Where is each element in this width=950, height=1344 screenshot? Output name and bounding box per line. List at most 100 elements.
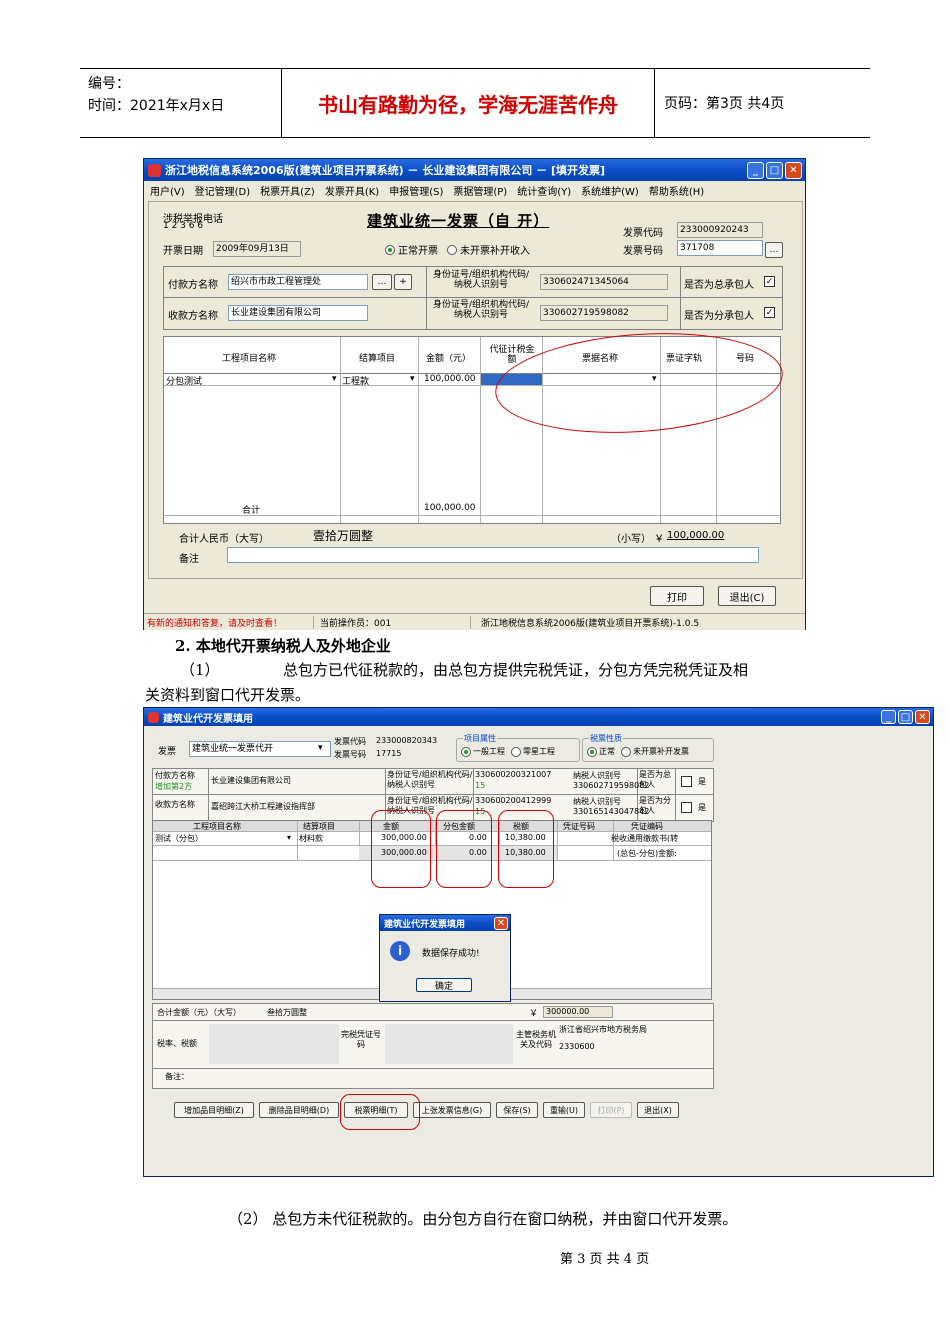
minimize-icon[interactable]: _ (881, 710, 896, 724)
w2-invoice-code: 233000820343 (376, 736, 438, 745)
payee-name-field[interactable]: 长业建设集团有限公司 (228, 305, 368, 321)
dialog-ok-button[interactable]: 确定 (416, 978, 472, 992)
window-titlebar: 浙江地税信息系统2006版(建筑业项目开票系统) － 长业建设集团有限公司 － … (144, 159, 805, 181)
reset-button[interactable]: 重输(U) (543, 1102, 585, 1118)
w2-payer-id2: 15 (475, 781, 486, 790)
invoice-type-select[interactable]: 建筑业统一发票代开 (189, 741, 331, 757)
delete-item-button[interactable]: 删除品目明细(D) (259, 1102, 339, 1118)
radio-general-project[interactable] (461, 746, 471, 757)
menu-ticket-mgmt[interactable]: 票据管理(P) (453, 183, 507, 198)
issue-date-field[interactable]: 2009年09月13日 (213, 241, 301, 257)
maximize-icon[interactable]: □ (766, 161, 783, 179)
menu-tax-ticket[interactable]: 税票开具(Z) (260, 183, 315, 198)
close-icon[interactable]: ✕ (785, 161, 802, 179)
project-radios: 一般工程 零星工程 (461, 746, 555, 757)
radio-ticket-normal[interactable] (587, 746, 597, 757)
number-label: 编号： (88, 76, 130, 92)
invoice-code-field[interactable]: 233000920243 (677, 222, 763, 238)
w2-row1-project[interactable]: 测试（分包） (155, 833, 203, 844)
status-operator: 当前操作员：001 (314, 615, 471, 629)
w2-payer-id[interactable]: 330600200321007 (475, 770, 551, 779)
add-item-button[interactable]: 增加品目明细(Z) (174, 1102, 254, 1118)
row1-settlement[interactable]: 工程款 (342, 374, 369, 387)
close-icon[interactable]: ✕ (915, 710, 930, 724)
exit-button[interactable]: 退出(X) (637, 1102, 679, 1118)
w2-row1-settlement[interactable]: 材料款 (299, 833, 323, 844)
minimize-icon[interactable]: _ (747, 161, 764, 179)
row1-amount[interactable]: 100,000.00 (424, 374, 476, 384)
exit-button[interactable]: 退出(C) (718, 586, 776, 606)
w2-payer-taxpayer[interactable]: 330602719598082 (573, 781, 649, 790)
menu-statistics[interactable]: 统计查询(Y) (517, 183, 571, 198)
w2-payee-taxpayer[interactable]: 330165143047842 (573, 807, 649, 816)
info-icon: i (390, 941, 410, 961)
lower-amount: 100,000.00 (667, 530, 725, 541)
w2-payee-label: 收款方名称 (155, 800, 195, 809)
payer-browse-button[interactable]: … (372, 274, 392, 290)
w2-remark-label: 备注： (165, 1072, 189, 1081)
remark-label: 备注 (179, 554, 199, 565)
w2-payee-id[interactable]: 330600200412999 (475, 796, 551, 805)
radio-normal[interactable] (385, 244, 395, 255)
menu-declaration[interactable]: 申报管理(S) (389, 183, 443, 198)
w2-payee-checkbox[interactable] (681, 802, 692, 813)
w2-payer-checkbox[interactable] (681, 776, 692, 787)
w2-payee-sub-q: 是否为分包人 (639, 796, 671, 815)
invoice-number-field[interactable]: 371708 (677, 240, 763, 256)
w2-taxpayer-label: 纳税人识别号 (573, 771, 621, 780)
radio-small-project[interactable] (511, 746, 521, 757)
payer-id-field[interactable]: 330602471345064 (540, 274, 668, 290)
w2-button-row: 增加品目明细(Z) 删除品目明细(D) 税票明细(T) 上张发票信息(G) 保存… (174, 1102, 679, 1118)
total-rmb-words: 壹拾万圆整 (313, 529, 374, 543)
w2-payer-general-q: 是否为总包人 (639, 770, 671, 789)
w2-tax-rate-field[interactable] (209, 1024, 339, 1064)
w2-party-block: 付款方名称 增加第2方 长业建设集团有限公司 身份证号/组织机构代码/纳税人识别… (152, 768, 714, 822)
previous-invoice-button[interactable]: 上张发票信息(G) (413, 1102, 491, 1118)
chevron-down-icon[interactable]: ▾ (318, 743, 323, 753)
radio-general-project-label: 一般工程 (473, 747, 505, 756)
payee-id-label: 身份证号/组织机构代码/纳税人识别号 (432, 300, 530, 320)
row1-project-dropdown-icon[interactable]: ▾ (332, 374, 337, 384)
invoice-type-label: 发票 (158, 747, 177, 757)
w2-invoice-code-label: 发票代码 (334, 737, 366, 746)
status-version: 浙江地税信息系统2006版(建筑业项目开票系统)-1.0.5 (481, 618, 700, 629)
w2-row1-dropdown-icon[interactable]: ▾ (287, 833, 291, 842)
radio-supplement[interactable] (447, 244, 457, 255)
w2-col-project: 工程项目名称 (193, 822, 241, 831)
radio-ticket-supplement[interactable] (621, 746, 631, 757)
payer-name-field[interactable]: 绍兴市市政工程管理处 (228, 274, 368, 290)
highlight-box-sub (436, 810, 492, 888)
w2-row2-diff-label: (总包-分包)金额: (617, 849, 677, 858)
print-button[interactable]: 打印 (650, 586, 704, 606)
w2-certificate-field[interactable] (385, 1024, 513, 1064)
menu-invoice[interactable]: 发票开具(K) (325, 183, 379, 198)
w2-payer-name[interactable]: 长业建设集团有限公司 (211, 775, 291, 786)
invoice-form: 涉税举报电话 1 2 3 6 6 建筑业统一发票（自 开） 发票代码 23300… (148, 201, 803, 579)
payee-sub-checkbox[interactable]: ✓ (764, 307, 775, 318)
payee-id-field[interactable]: 330602719598082 (540, 305, 668, 321)
w2-add-party-link[interactable]: 增加第2方 (155, 781, 192, 792)
highlight-box-amount (371, 810, 431, 888)
invoice-number-browse-button[interactable]: … (765, 242, 783, 258)
para1-line1: 总包方已代征税款的，由总包方提供完税凭证，分包方凭完税凭证及相 (283, 661, 749, 679)
payer-add-button[interactable]: + (394, 274, 412, 290)
w2-payee-name[interactable]: 嘉绍跨江大桥工程建设指挥部 (211, 801, 315, 812)
dialog-close-icon[interactable]: ✕ (494, 916, 508, 930)
w2-row1-voucher[interactable]: 税收通用缴款书(转 (611, 833, 678, 844)
menu-registration[interactable]: 登记管理(D) (195, 183, 251, 198)
status-notice[interactable]: 有新的通知和答复，请及时查看！ (144, 615, 314, 629)
print-button[interactable]: 打印(P) (590, 1102, 632, 1118)
menu-maintenance[interactable]: 系统维护(W) (581, 183, 639, 198)
w2-payee-taxpayer-label: 纳税人识别号 (573, 797, 621, 806)
radio-normal-label: 正常开票 (398, 246, 438, 257)
row1-settlement-dropdown-icon[interactable]: ▾ (410, 374, 415, 384)
w2-total-amount: 300000.00 (543, 1006, 613, 1018)
save-button[interactable]: 保存(S) (496, 1102, 538, 1118)
maximize-icon[interactable]: □ (898, 710, 913, 724)
remark-field[interactable] (227, 547, 759, 563)
dialog-title: 建筑业代开发票填用 (384, 919, 466, 930)
payer-general-checkbox[interactable]: ✓ (764, 276, 775, 287)
menu-user[interactable]: 用户(V) (150, 183, 185, 198)
row1-project[interactable]: 分包测试 (166, 374, 202, 387)
menu-help[interactable]: 帮助系统(H) (649, 183, 704, 198)
